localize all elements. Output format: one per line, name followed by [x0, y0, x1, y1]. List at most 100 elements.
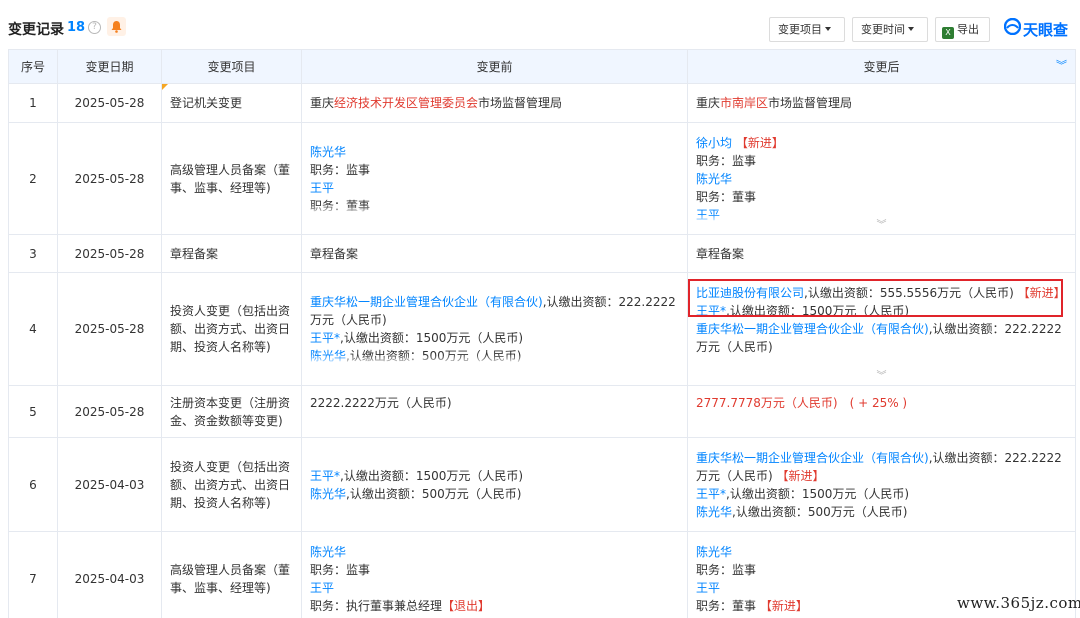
- change-time-label: 变更时间: [861, 23, 905, 36]
- expand-down-icon[interactable]: ︾: [688, 221, 1075, 231]
- excel-icon: X: [942, 27, 954, 39]
- row-after: 重庆市南岸区市场监督管理局: [687, 83, 1076, 123]
- changed-text: 市南岸区: [720, 96, 769, 110]
- row-index: 3: [8, 234, 58, 273]
- investor-link[interactable]: 比亚迪股份有限公司: [696, 286, 804, 300]
- investor-link[interactable]: 王平*: [310, 469, 340, 483]
- position-text: 职务：监事: [310, 162, 371, 177]
- col-header-date: 变更日期: [57, 49, 162, 84]
- investment-text: ,认缴出资额：555.5556万元（人民币): [804, 286, 1014, 300]
- row-before: 2222.2222万元（人民币): [301, 385, 688, 438]
- change-item-dropdown[interactable]: 变更项目: [769, 17, 845, 42]
- investor-link[interactable]: 王平*: [696, 487, 726, 501]
- investment-text: ,认缴出资额：500万元（人民币): [732, 504, 908, 519]
- exit-tag: 【退出】: [442, 598, 491, 613]
- row-item: 登记机关变更: [161, 83, 302, 123]
- change-record-table: 序号 变更日期 变更项目 变更前 变更后 ︾ 1 2025-05-28 登记机关变…: [8, 49, 1076, 618]
- person-link[interactable]: 陈光华: [310, 543, 679, 561]
- col-header-index: 序号: [8, 49, 58, 84]
- position-text: 职务：监事: [696, 153, 757, 168]
- row-item: 高级管理人员备案（董事、监事、经理等): [161, 531, 302, 618]
- table-row: 2 2025-05-28 高级管理人员备案（董事、监事、经理等) 陈光华 职务：…: [8, 122, 1076, 235]
- row-date: 2025-05-28: [57, 83, 162, 123]
- person-link[interactable]: 陈光华: [696, 170, 1067, 188]
- row-date: 2025-04-03: [57, 437, 162, 532]
- investment-text: ,认缴出资额：1500万元（人民币): [726, 486, 910, 501]
- new-tag: 【新进】: [735, 135, 784, 150]
- investor-link[interactable]: 重庆华松一期企业管理合伙企业（有限合伙): [310, 295, 543, 309]
- fade-overlay: [310, 204, 679, 215]
- row-after: 徐小均 【新进】 职务：监事 陈光华 职务：董事 王平 ︾: [687, 122, 1076, 235]
- investment-text: ,认缴出资额：1500万元（人民币): [726, 304, 910, 318]
- person-link[interactable]: 陈光华: [696, 543, 1067, 561]
- row-after: 章程备案: [687, 234, 1076, 273]
- row-item: 高级管理人员备案（董事、监事、经理等): [161, 122, 302, 235]
- position-text: 职务：董事: [696, 189, 757, 204]
- position-text: 职务：执行董事兼总经理: [310, 598, 443, 613]
- row-date: 2025-04-03: [57, 531, 162, 618]
- investment-text: ,认缴出资额：1500万元（人民币): [340, 468, 524, 483]
- export-button[interactable]: X 导出: [935, 17, 990, 42]
- row-date: 2025-05-28: [57, 122, 162, 235]
- page-title: 变更记录: [8, 22, 64, 38]
- row-after: 2777.7778万元（人民币) ( + 25% ): [687, 385, 1076, 438]
- expand-down-icon[interactable]: ︾: [688, 372, 1075, 382]
- row-after: 重庆华松一期企业管理合伙企业（有限合伙),认缴出资额：222.2222万元（人民…: [687, 437, 1076, 532]
- row-date: 2025-05-28: [57, 234, 162, 273]
- investor-link[interactable]: 陈光华: [310, 487, 346, 501]
- row-index: 2: [8, 122, 58, 235]
- row-index: 1: [8, 83, 58, 123]
- changed-text: 经济技术开发区管理委员会: [334, 96, 479, 110]
- page: 变更记录 18 ? 变更项目 变更时间 X 导出 天眼查 序号 变更日期 变更项…: [0, 0, 1080, 618]
- row-after: 比亚迪股份有限公司,认缴出资额：555.5556万元（人民币) 【新进】 王平*…: [687, 272, 1076, 386]
- person-link[interactable]: 徐小均: [696, 136, 732, 150]
- row-before: 章程备案: [301, 234, 688, 273]
- col-header-after-label: 变更后: [863, 60, 900, 74]
- col-header-item: 变更项目: [161, 49, 302, 84]
- position-text: 职务：监事: [696, 562, 757, 577]
- row-before: 重庆经济技术开发区管理委员会市场监督管理局: [301, 83, 688, 123]
- col-header-after: 变更后 ︾: [687, 49, 1076, 84]
- change-time-dropdown[interactable]: 变更时间: [852, 17, 928, 42]
- text: 重庆: [696, 96, 721, 110]
- watermark: www.365jz.com: [957, 594, 1080, 612]
- row-index: 7: [8, 531, 58, 618]
- new-tag: 【新进】: [776, 468, 825, 483]
- record-count: 18: [67, 20, 86, 35]
- investor-link[interactable]: 王平*: [696, 304, 726, 318]
- double-chevron-down-icon[interactable]: ︾: [1056, 60, 1067, 71]
- text: 市场监督管理局: [768, 96, 853, 110]
- row-item-text: 登记机关变更: [170, 96, 243, 110]
- row-index: 6: [8, 437, 58, 532]
- bell-icon[interactable]: [107, 17, 126, 36]
- row-item: 注册资本变更（注册资金、资金数额等变更): [161, 385, 302, 438]
- row-before: 重庆华松一期企业管理合伙企业（有限合伙),认缴出资额：222.2222万元（人民…: [301, 272, 688, 386]
- table-row: 4 2025-05-28 投资人变更（包括出资额、出资方式、出资日期、投资人名称…: [8, 272, 1076, 386]
- text: 重庆: [310, 96, 335, 110]
- row-index: 5: [8, 385, 58, 438]
- investor-link[interactable]: 陈光华: [696, 505, 732, 519]
- table-row: 1 2025-05-28 登记机关变更 重庆经济技术开发区管理委员会市场监督管理…: [8, 83, 1076, 123]
- row-item: 投资人变更（包括出资额、出资方式、出资日期、投资人名称等): [161, 437, 302, 532]
- investment-text: ,认缴出资额：500万元（人民币): [346, 486, 522, 501]
- investor-link[interactable]: 重庆华松一期企业管理合伙企业（有限合伙): [696, 322, 929, 336]
- help-icon[interactable]: ?: [88, 21, 101, 34]
- col-header-before: 变更前: [301, 49, 688, 84]
- new-tag: 【新进】: [759, 598, 808, 613]
- export-label: 导出: [957, 23, 979, 36]
- fade-overlay: [310, 355, 679, 365]
- corner-mark: [162, 84, 168, 90]
- table-row: 5 2025-05-28 注册资本变更（注册资金、资金数额等变更) 2222.2…: [8, 385, 1076, 438]
- person-link[interactable]: 王平: [310, 579, 679, 597]
- position-text: 职务：董事: [696, 598, 757, 613]
- row-before: 陈光华 职务：监事 王平 职务：董事: [301, 122, 688, 235]
- person-link[interactable]: 王平: [310, 179, 679, 197]
- investor-link[interactable]: 重庆华松一期企业管理合伙企业（有限合伙): [696, 451, 929, 465]
- position-text: 职务：监事: [310, 562, 371, 577]
- header-bar: 变更记录 18 ? 变更项目 变更时间 X 导出 天眼查: [0, 0, 1080, 54]
- investment-text: ,认缴出资额：1500万元（人民币): [340, 331, 524, 345]
- person-link[interactable]: 陈光华: [310, 143, 679, 161]
- table-row: 7 2025-04-03 高级管理人员备案（董事、监事、经理等) 陈光华 职务：…: [8, 531, 1076, 618]
- investor-link[interactable]: 王平*: [310, 331, 340, 345]
- row-before: 陈光华 职务：监事 王平 职务：执行董事兼总经理【退出】: [301, 531, 688, 618]
